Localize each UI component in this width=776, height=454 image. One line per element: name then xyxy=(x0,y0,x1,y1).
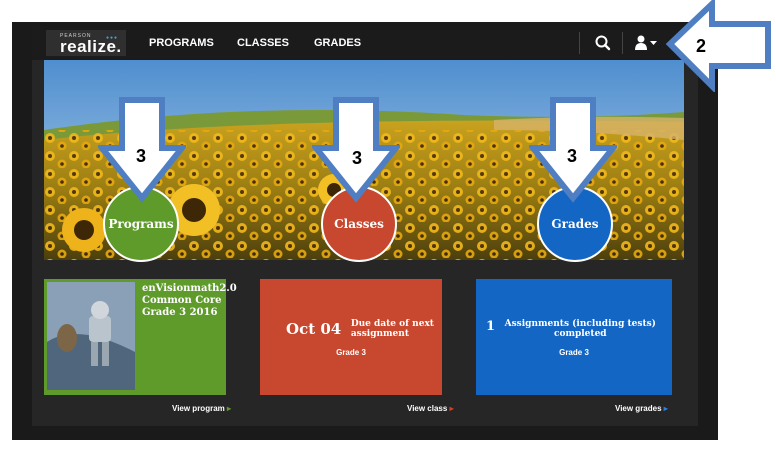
annotation-number: 3 xyxy=(352,148,363,168)
class-tile[interactable]: Oct 04 Due date of next assignment Grade… xyxy=(260,279,442,395)
annotation-arrow-left xyxy=(665,0,771,92)
view-program-link[interactable]: View program ▸ xyxy=(172,404,231,413)
view-class-label: View class xyxy=(407,404,448,413)
chevron-right-icon: ▸ xyxy=(227,404,232,413)
chevron-down-icon xyxy=(650,41,657,45)
program-title-line: Grade 3 2016 xyxy=(142,307,218,318)
view-grades-label: View grades xyxy=(615,404,662,413)
realize-logo[interactable]: PEARSON realize. ●●● xyxy=(46,30,126,56)
annotation-number: 2 xyxy=(696,36,707,56)
assignments-desc-line: completed xyxy=(553,329,607,339)
view-grades-link[interactable]: View grades ▸ xyxy=(615,404,668,413)
user-menu-button[interactable] xyxy=(634,34,664,52)
chevron-right-icon: ▸ xyxy=(449,404,454,413)
due-desc-line: assignment xyxy=(350,329,409,339)
top-navigation-bar: PEARSON realize. ●●● PROGRAMS CLASSES GR… xyxy=(32,26,698,60)
grades-tile[interactable]: 1 Assignments (including tests) complete… xyxy=(476,279,672,395)
due-desc-line: Due date of next xyxy=(350,319,434,329)
view-program-label: View program xyxy=(172,404,225,413)
assignments-desc-line: Assignments (including tests) xyxy=(504,319,656,329)
toolbar-divider xyxy=(622,32,623,54)
view-class-link[interactable]: View class ▸ xyxy=(407,404,454,413)
nav-grades[interactable]: GRADES xyxy=(314,37,361,49)
program-title-line: enVisionmath2.0 xyxy=(142,283,237,294)
nav-classes[interactable]: CLASSES xyxy=(237,37,289,49)
chevron-right-icon: ▸ xyxy=(663,404,668,413)
program-title-line: Common Core xyxy=(142,295,222,306)
grades-grade: Grade 3 xyxy=(559,348,589,357)
logo-dots: ●●● xyxy=(106,35,119,41)
nav-programs[interactable]: PROGRAMS xyxy=(149,37,214,49)
toolbar-divider xyxy=(579,32,580,54)
app-screen: PEARSON realize. ●●● PROGRAMS CLASSES GR… xyxy=(32,26,698,426)
annotation-number: 3 xyxy=(136,146,147,166)
due-date: Oct 04 xyxy=(286,320,342,338)
assignments-count: 1 xyxy=(486,319,496,334)
program-cover-image xyxy=(47,282,135,390)
class-grade: Grade 3 xyxy=(336,348,366,357)
user-icon xyxy=(635,35,657,50)
search-icon[interactable] xyxy=(594,34,612,52)
program-tile[interactable]: enVisionmath2.0 Common Core Grade 3 2016 xyxy=(44,279,237,395)
annotation-number: 3 xyxy=(567,146,578,166)
